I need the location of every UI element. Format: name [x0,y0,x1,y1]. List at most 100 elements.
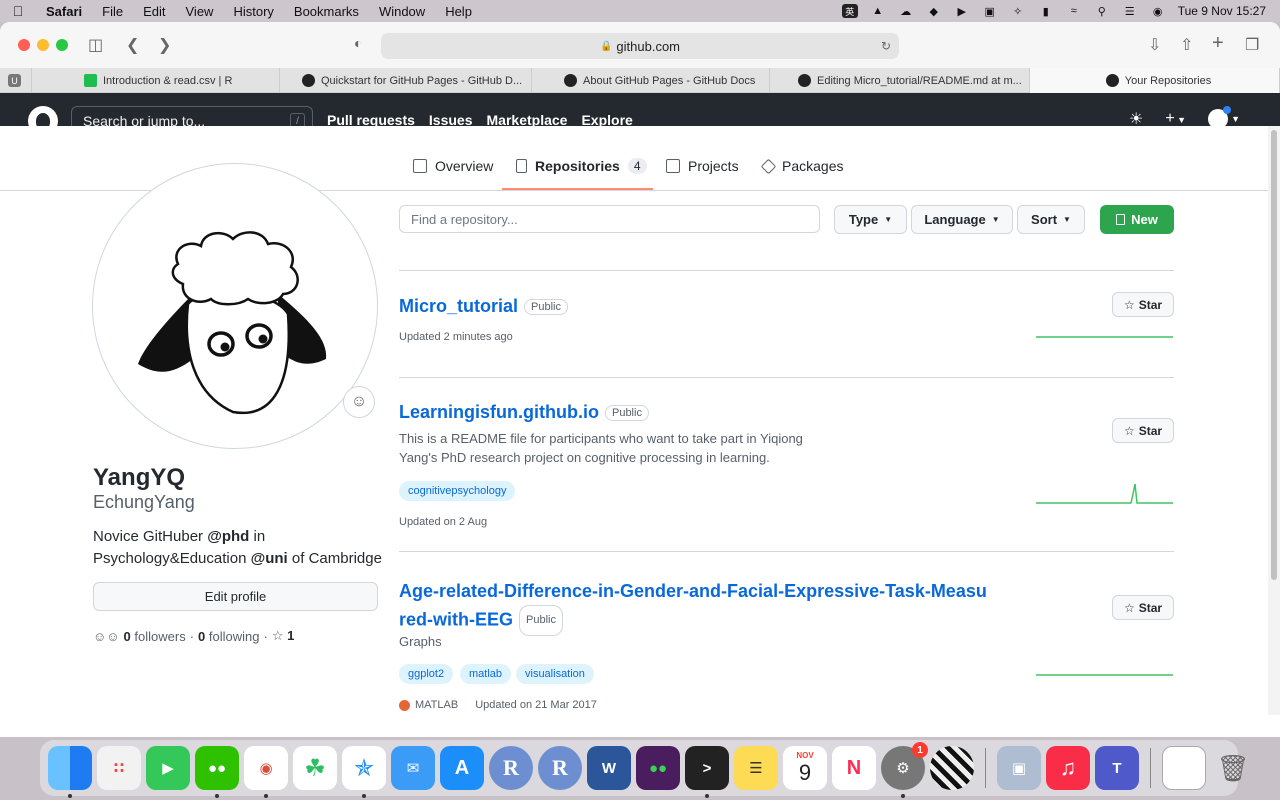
finder-icon[interactable] [48,746,92,798]
topic-tag[interactable]: ggplot2 [399,664,454,684]
tab-about-pages[interactable]: About GitHub Pages - GitHub Docs [532,68,770,93]
tab-quickstart[interactable]: Quickstart for GitHub Pages - GitHub D..… [280,68,532,93]
scriptable-icon[interactable]: ▣ [982,4,998,18]
share-icon[interactable]: ⇧ [1180,35,1193,55]
star-button[interactable]: ☆ Star [1112,292,1174,317]
menu-edit[interactable]: Edit [133,4,175,19]
chrome-icon[interactable]: ◉ [244,746,288,798]
word-icon[interactable]: W [587,746,631,790]
downloads-icon[interactable]: ⇩ [1148,35,1161,55]
menu-bookmarks[interactable]: Bookmarks [284,4,369,19]
spotlight-icon[interactable]: ⚲ [1094,4,1110,18]
drive-icon[interactable]: ▲ [870,4,886,18]
menu-view[interactable]: View [176,4,224,19]
tab-pinned[interactable]: U [0,68,32,93]
teams-icon[interactable]: T [1095,746,1139,790]
notes-icon[interactable]: ☰ [734,746,778,790]
bio-mention-phd[interactable]: @phd [207,528,249,545]
topic-tag[interactable]: visualisation [516,664,594,684]
terminal-icon[interactable]: > [685,746,729,798]
tab-packages[interactable]: Packages [760,158,843,174]
calendar-icon[interactable]: NOV 9 [783,746,827,790]
tab-your-repositories[interactable]: Your Repositories [1030,68,1280,93]
running-indicator [901,794,905,798]
screen-recorder-icon[interactable] [930,746,974,790]
edit-profile-button[interactable]: Edit profile [93,582,378,611]
siri-icon[interactable]: ◉ [1150,4,1166,18]
plus-icon: + [1165,110,1175,127]
r-app-icon[interactable]: R [489,746,533,790]
repo-name-link[interactable]: Learningisfun.github.io Public [399,402,649,423]
menu-help[interactable]: Help [435,4,482,19]
tab-projects[interactable]: Projects [666,158,739,174]
running-indicator [362,794,366,798]
new-tab-icon[interactable]: + [1212,32,1224,55]
menu-history[interactable]: History [223,4,283,19]
safari-icon[interactable]: ✯ [342,746,386,798]
safari-toolbar: ◫ ❮ ❯ ◐ 🔒 github.com ↻ ⇩ ⇧ + ❐ [0,22,1280,68]
tab-editing-readme[interactable]: Editing Micro_tutorial/README.md at m... [770,68,1030,93]
topic-tag[interactable]: matlab [460,664,512,684]
close-window-button[interactable] [18,39,30,51]
repo-name-link[interactable]: Age-related-Difference-in-Gender-and-Fac… [399,578,989,636]
tab-repositories[interactable]: Repositories 4 [516,158,647,174]
tab-overview[interactable]: Overview [413,158,493,174]
profile-avatar[interactable] [92,163,378,449]
app-store-icon[interactable]: A [440,746,484,790]
minimize-window-button[interactable] [37,39,49,51]
menu-app-name[interactable]: Safari [36,4,92,19]
star-button[interactable]: ☆ Star [1112,418,1174,443]
extension-icon[interactable]: ✧ [1010,4,1026,18]
wechat-icon[interactable]: ●● [195,746,239,798]
trash-icon[interactable]: 🗑 [1211,746,1255,790]
documents-stack-icon[interactable] [1162,746,1206,790]
menu-window[interactable]: Window [369,4,435,19]
forward-icon[interactable]: ❯ [158,35,171,55]
evernote-icon[interactable]: ☘ [293,746,337,790]
back-icon[interactable]: ❮ [126,35,139,55]
reload-icon[interactable]: ↻ [881,39,891,53]
battery-icon[interactable]: ▮ [1038,4,1054,18]
followers-link[interactable]: 0 followers [124,629,186,644]
vpn-icon[interactable]: ◆ [926,4,942,18]
news-icon[interactable]: N [832,746,876,790]
system-preferences-icon[interactable]: ⚙ 1 [881,742,928,798]
tab-label: Introduction & read.csv | R [103,74,233,87]
rstudio-icon[interactable]: R [538,746,582,790]
find-repository-input[interactable]: Find a repository... [399,205,820,233]
set-status-smiley-icon[interactable]: ☺ [343,386,375,418]
launchpad-icon[interactable]: ∷ [97,746,141,790]
privacy-shield-icon[interactable]: ◐ [354,35,362,51]
repo-count-badge: 4 [627,158,647,174]
language-filter-button[interactable]: Language ▼ [911,205,1013,234]
scrollbar-thumb[interactable] [1271,130,1277,580]
preview-icon[interactable]: ▣ [997,746,1041,790]
repo-name-link[interactable]: Micro_tutorial Public [399,296,568,317]
cloud-icon[interactable]: ☁ [898,4,914,18]
input-method-icon[interactable]: 英 [841,4,858,18]
music-icon[interactable]: ♫ [1046,746,1090,790]
page-scrollbar[interactable] [1268,126,1280,715]
topic-tag[interactable]: cognitivepsychology [399,481,516,501]
tab-r-intro[interactable]: Introduction & read.csv | R [32,68,280,93]
facetime-icon[interactable]: ▶ [146,746,190,790]
following-link[interactable]: 0 following [198,629,259,644]
new-repo-button[interactable]: New [1100,205,1174,234]
play-icon[interactable]: ▶ [954,4,970,18]
control-center-icon[interactable]: ☰ [1122,4,1138,18]
star-button[interactable]: ☆ Star [1112,595,1174,620]
mail-icon[interactable]: ✉ [391,746,435,790]
tab-overview-icon[interactable]: ❐ [1245,35,1259,55]
github-desktop-icon[interactable]: ●● [636,746,680,790]
apple-menu-icon[interactable]:  [0,3,36,19]
zoom-window-button[interactable] [56,39,68,51]
bio-mention-uni[interactable]: @uni [251,550,288,567]
address-bar[interactable]: 🔒 github.com ↻ [381,33,899,59]
type-filter-button[interactable]: Type ▼ [834,205,907,234]
sort-filter-button[interactable]: Sort ▼ [1017,205,1085,234]
menubar-clock[interactable]: Tue 9 Nov 15:27 [1178,4,1266,18]
wifi-icon[interactable]: ≈ [1066,4,1082,18]
sidebar-toggle-icon[interactable]: ◫ [88,35,103,55]
menu-file[interactable]: File [92,4,133,19]
stars-link[interactable]: ☆ 1 [272,628,295,644]
